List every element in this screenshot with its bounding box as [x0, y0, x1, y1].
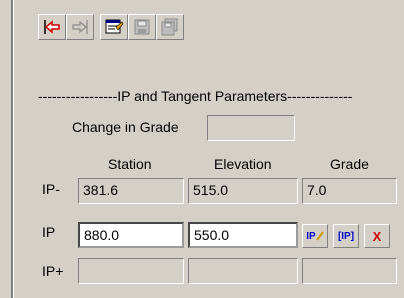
- insert-ip-icon: [IP]: [337, 230, 355, 242]
- edit-ip-button[interactable]: IP: [302, 224, 328, 248]
- pencil-icon: [315, 231, 324, 241]
- properties-icon: [105, 19, 124, 34]
- change-in-grade-label: Change in Grade: [72, 119, 179, 135]
- save-button[interactable]: [128, 14, 156, 40]
- arrow-forward-icon: [72, 20, 88, 34]
- ip-label: IP: [42, 224, 56, 240]
- previous-ip-button[interactable]: [38, 14, 66, 40]
- ip-plus-grade: [302, 258, 397, 284]
- elevation-header: Elevation: [214, 156, 272, 172]
- ip-elevation-input[interactable]: [188, 222, 298, 248]
- ip-plus-elevation: [188, 258, 298, 284]
- save-all-icon: [161, 18, 178, 36]
- ip-plus-station: [78, 258, 184, 284]
- save-icon: [134, 19, 150, 35]
- ip-minus-grade: 7.0: [302, 178, 397, 204]
- ip-station-input[interactable]: [78, 222, 184, 248]
- station-header: Station: [108, 156, 152, 172]
- edit-ip-icon: IP: [306, 230, 324, 242]
- properties-button[interactable]: [100, 14, 128, 40]
- left-divider: [11, 0, 14, 298]
- section-title: -----------------IP and Tangent Paramete…: [38, 88, 353, 104]
- ip-minus-label: IP-: [42, 181, 60, 197]
- grade-header: Grade: [330, 156, 369, 172]
- change-in-grade-field: [207, 115, 295, 141]
- delete-ip-icon: X: [372, 228, 382, 244]
- ip-minus-station: 381.6: [78, 178, 184, 204]
- save-all-button[interactable]: [156, 14, 184, 40]
- delete-ip-button[interactable]: X: [364, 224, 390, 248]
- red-arrow-back-icon: [44, 20, 60, 34]
- edit-ip-text: IP: [306, 230, 316, 242]
- next-ip-button[interactable]: [66, 14, 94, 40]
- ip-plus-label: IP+: [42, 263, 64, 279]
- ip-minus-elevation: 515.0: [188, 178, 298, 204]
- insert-ip-button[interactable]: [IP]: [333, 224, 359, 248]
